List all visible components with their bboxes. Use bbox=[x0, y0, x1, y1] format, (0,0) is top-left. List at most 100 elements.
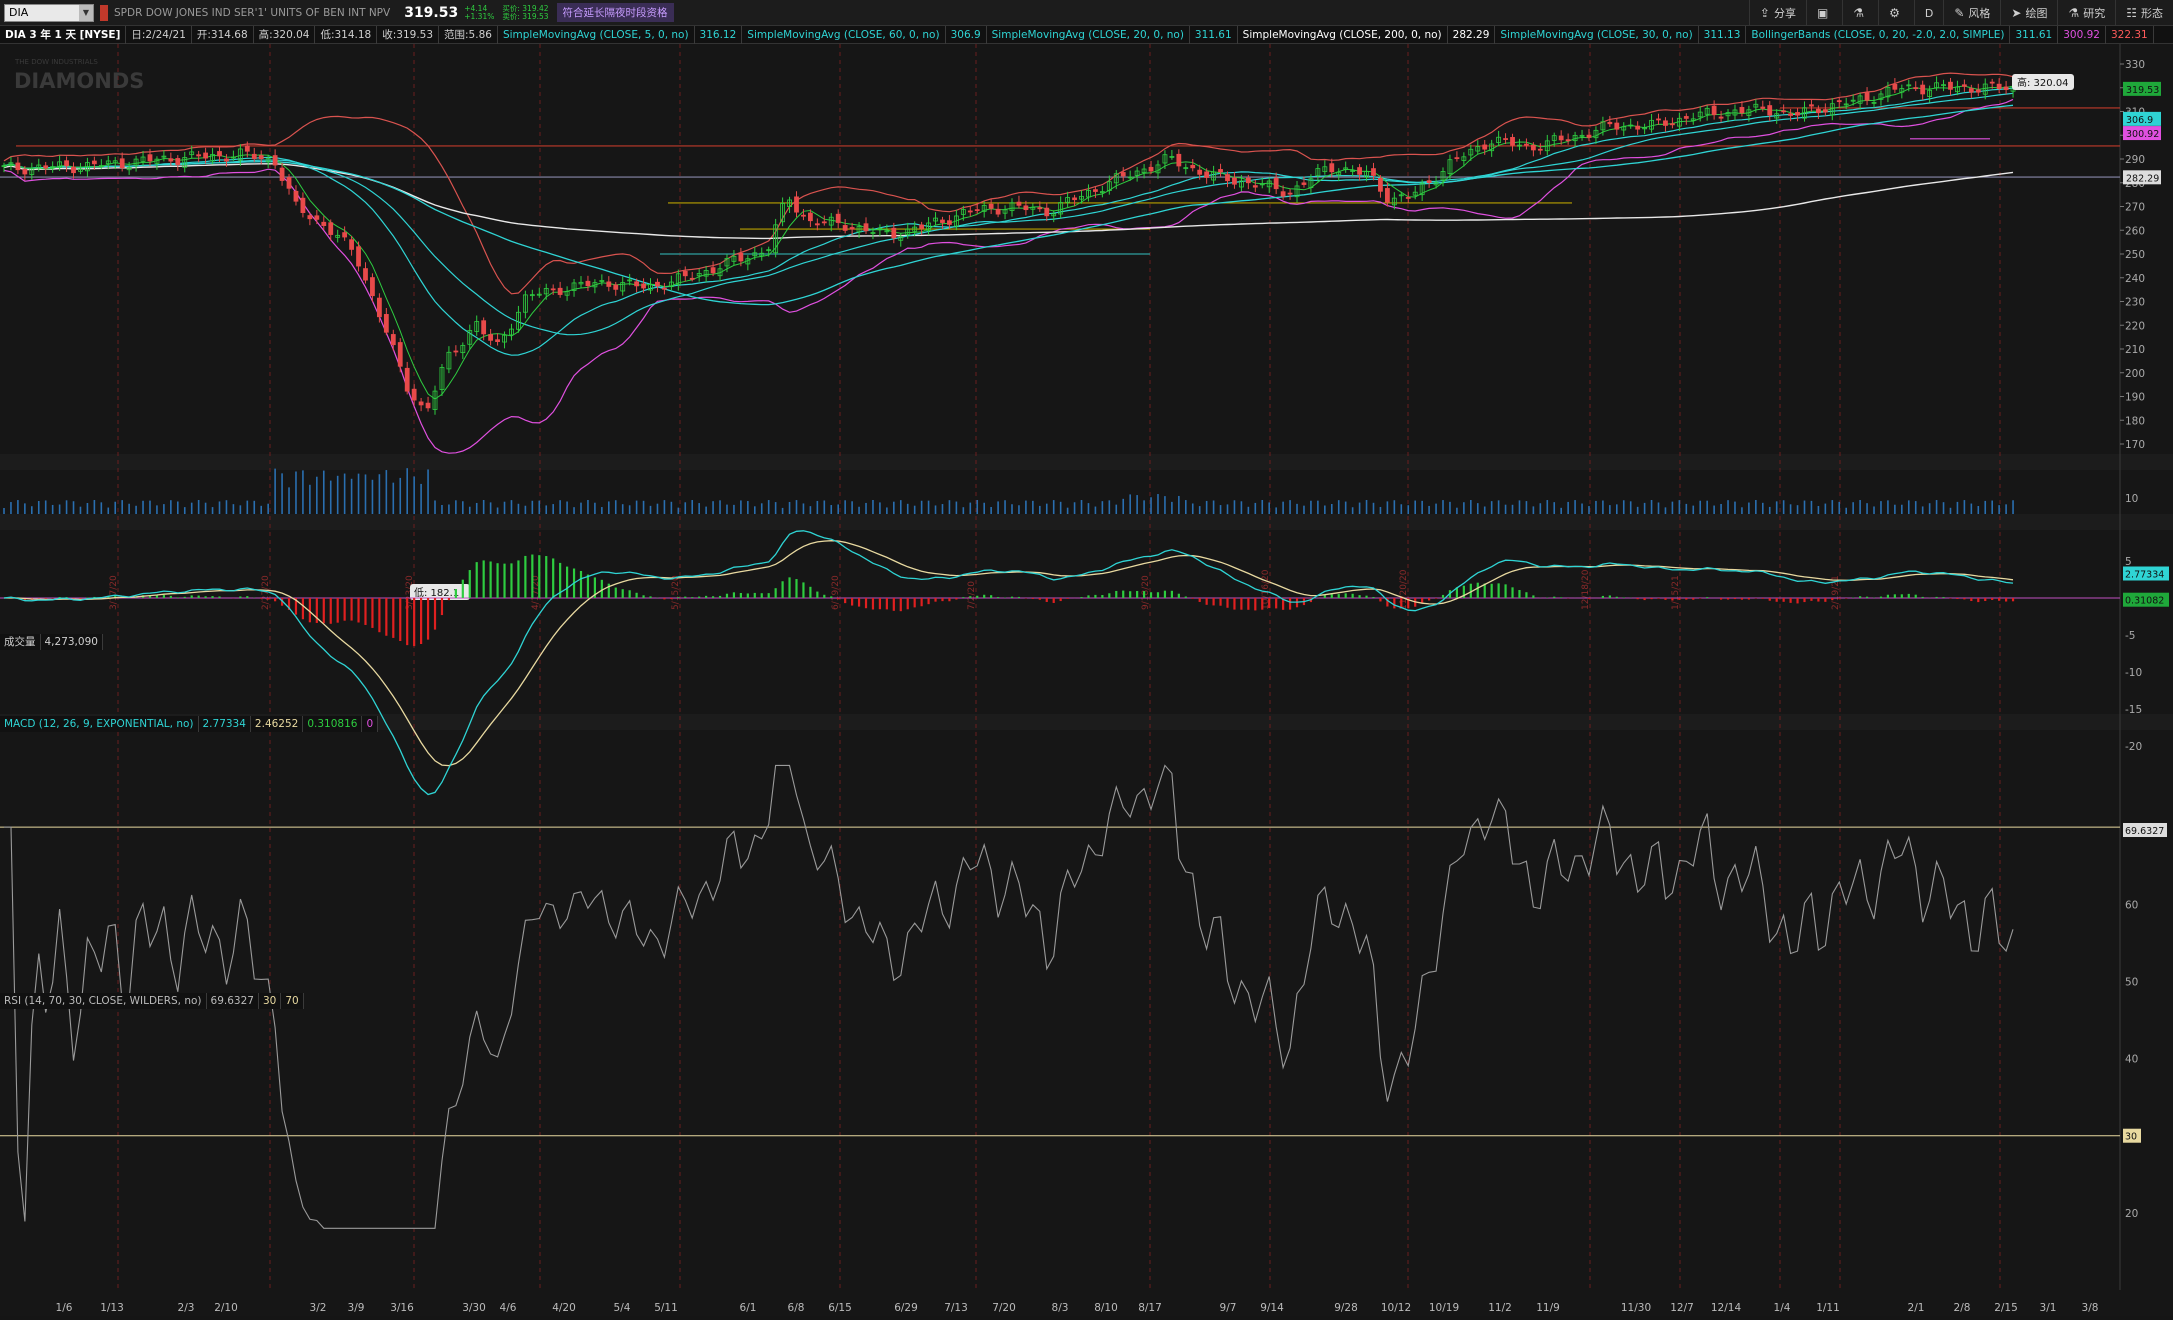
study-bar-item[interactable]: 低:314.18 bbox=[315, 25, 378, 44]
candle-body bbox=[1503, 138, 1508, 140]
volume-label: 成交量 bbox=[0, 634, 41, 650]
x-axis-label: 1/11 bbox=[1816, 1302, 1840, 1314]
study-bar-item[interactable]: 收:319.53 bbox=[377, 25, 440, 44]
candle-body bbox=[1204, 171, 1210, 178]
x-axis-label: 6/1 bbox=[740, 1302, 757, 1314]
study-bar-item[interactable]: 开:314.68 bbox=[192, 25, 254, 44]
candle-body bbox=[634, 281, 640, 287]
candle-body bbox=[2003, 86, 2009, 90]
x-axis-label: 3/1 bbox=[2040, 1302, 2057, 1314]
candle-body bbox=[196, 154, 202, 157]
event-date-label: 7/2/20 bbox=[967, 581, 977, 610]
symbol-input[interactable]: DIA ▼ bbox=[4, 3, 94, 22]
candle-body bbox=[655, 281, 660, 287]
x-axis-label: 3/8 bbox=[2082, 1302, 2099, 1314]
event-date-label: 6/19/20 bbox=[831, 575, 841, 610]
x-axis-label: 9/7 bbox=[1220, 1302, 1237, 1314]
x-axis-label: 12/14 bbox=[1711, 1302, 1742, 1314]
candle-body bbox=[849, 227, 855, 230]
x-axis-label: 6/8 bbox=[788, 1302, 805, 1314]
toolbar-button-beaker-icon[interactable]: ⚗ bbox=[1842, 0, 1878, 26]
candle-body bbox=[1892, 83, 1898, 90]
study-bar-item[interactable]: 311.61 bbox=[2010, 25, 2059, 44]
study-bar-item[interactable]: SimpleMovingAvg (CLOSE, 200, 0, no) bbox=[1238, 25, 1448, 44]
price-y-tick: 270 bbox=[2125, 202, 2145, 214]
toolbar-button-label: 研究 bbox=[2083, 7, 2106, 20]
candle-body bbox=[1913, 87, 1919, 90]
toolbar-button-cursor-icon[interactable]: ➤ 绘图 bbox=[2000, 0, 2057, 26]
candle-body bbox=[411, 388, 417, 401]
study-bar-item[interactable]: 范围:5.86 bbox=[439, 25, 498, 44]
toolbar-button-label: D bbox=[1924, 6, 1934, 20]
macd-label: MACD (12, 26, 9, EXPONENTIAL, no) bbox=[0, 716, 199, 732]
study-bar-item[interactable]: 311.13 bbox=[1699, 25, 1747, 44]
x-axis-label: 4/6 bbox=[500, 1302, 517, 1314]
symbol-description: SPDR DOW JONES IND SER'1' UNITS OF BEN I… bbox=[114, 6, 391, 19]
x-axis-label: 2/15 bbox=[1994, 1302, 2018, 1314]
x-axis-label: 6/15 bbox=[828, 1302, 852, 1314]
extended-hours-badge[interactable]: 符合延长隔夜时段资格 bbox=[556, 3, 674, 22]
price-y-tick: 290 bbox=[2125, 154, 2145, 166]
event-date-label: 9/18/20 bbox=[1141, 575, 1151, 610]
x-axis-label: 11/2 bbox=[1488, 1302, 1512, 1314]
high-callout: 高: 320.04 bbox=[2017, 76, 2069, 89]
candle-body bbox=[947, 220, 952, 225]
candle-body bbox=[300, 197, 306, 213]
study-bar-item[interactable]: SimpleMovingAvg (CLOSE, 5, 0, no) bbox=[498, 25, 695, 44]
candle-body bbox=[1864, 92, 1870, 101]
study-bar-item[interactable]: SimpleMovingAvg (CLOSE, 60, 0, no) bbox=[742, 25, 946, 44]
study-bar-item[interactable]: BollingerBands (CLOSE, 0, 20, -2.0, 2.0,… bbox=[1746, 25, 2011, 44]
toolbar-button-flask-icon[interactable]: ⚗ 研究 bbox=[2057, 0, 2115, 26]
study-bar-item[interactable]: 日:2/24/21 bbox=[126, 25, 192, 44]
candle-body bbox=[995, 208, 1001, 215]
rsi-overbought: 70 bbox=[281, 993, 304, 1009]
candle-body bbox=[1975, 89, 1981, 93]
candle-body bbox=[168, 158, 174, 162]
toolbar-button-item-4[interactable]: D bbox=[1913, 0, 1943, 26]
candle-body bbox=[738, 252, 744, 262]
price-chart-svg[interactable]: 1/6 1/13 2/3 2/10 3/2 3/9 3/16 3/30 4/6 4/20 5/4 5/… bbox=[0, 44, 2173, 1316]
candle-body bbox=[1565, 139, 1571, 142]
macd-zero-value: 0 bbox=[362, 716, 379, 732]
candle-body bbox=[1683, 116, 1689, 119]
study-bar-item[interactable]: SimpleMovingAvg (CLOSE, 20, 0, no) bbox=[987, 25, 1190, 44]
candle-body bbox=[71, 166, 76, 174]
candle-body bbox=[606, 281, 612, 287]
study-bar-item[interactable]: SimpleMovingAvg (CLOSE, 30, 0, no) bbox=[1495, 25, 1699, 44]
candle-body bbox=[1537, 148, 1543, 151]
toolbar-button-share-icon[interactable]: ⇪ 分享 bbox=[1748, 0, 1806, 26]
x-axis-label: 4/20 bbox=[552, 1302, 576, 1314]
study-bar-item[interactable]: 282.29 bbox=[1448, 25, 1496, 44]
study-bar-item[interactable]: 322.31 bbox=[2106, 25, 2154, 44]
chart-period[interactable]: DIA 3 年 1 天 [NYSE] bbox=[0, 25, 127, 44]
candle-body bbox=[1836, 100, 1842, 103]
chevron-down-icon[interactable]: ▼ bbox=[79, 4, 93, 21]
chart-area[interactable]: 1/6 1/13 2/3 2/10 3/2 3/9 3/16 3/30 4/6 4/20 5/4 5/… bbox=[0, 44, 2173, 1316]
toolbar-button-gear-icon[interactable]: ⚙ bbox=[1878, 0, 1914, 26]
x-axis-label: 8/3 bbox=[1052, 1302, 1069, 1314]
x-axis-label: 1/4 bbox=[1774, 1302, 1791, 1314]
candle-body bbox=[43, 165, 49, 169]
study-bar-item[interactable]: 306.9 bbox=[946, 25, 987, 44]
x-axis-label: 10/12 bbox=[1381, 1302, 1411, 1314]
toolbar-button-layout-icon[interactable]: ▣ bbox=[1805, 0, 1842, 26]
x-axis-label: 1/13 bbox=[100, 1302, 124, 1314]
toolbar-button-pattern-icon[interactable]: ☷ 形态 bbox=[2115, 0, 2173, 26]
symbol-text: DIA bbox=[9, 6, 29, 19]
candle-body bbox=[279, 167, 285, 181]
flag-icon[interactable] bbox=[100, 4, 108, 21]
candle-body bbox=[203, 152, 209, 159]
study-bar-item[interactable]: 311.61 bbox=[1190, 25, 1238, 44]
rsi-badge-text: 30 bbox=[2125, 1132, 2137, 1143]
study-bar-item[interactable]: 316.12 bbox=[695, 25, 743, 44]
toolbar-button-style-icon[interactable]: ✎ 风格 bbox=[1943, 0, 2000, 26]
macd-avg-value: 2.46252 bbox=[250, 716, 304, 732]
candle-body bbox=[1252, 185, 1258, 188]
candle-body bbox=[328, 222, 334, 235]
x-axis-label: 7/20 bbox=[992, 1302, 1016, 1314]
study-bar-item[interactable]: 高:320.04 bbox=[254, 25, 316, 44]
rsi-y-tick: 60 bbox=[2125, 899, 2138, 911]
x-axis-label: 1/6 bbox=[56, 1302, 73, 1314]
study-bar-item[interactable]: 300.92 bbox=[2058, 25, 2106, 44]
rsi-badge-text: 69.6327 bbox=[2125, 826, 2164, 837]
